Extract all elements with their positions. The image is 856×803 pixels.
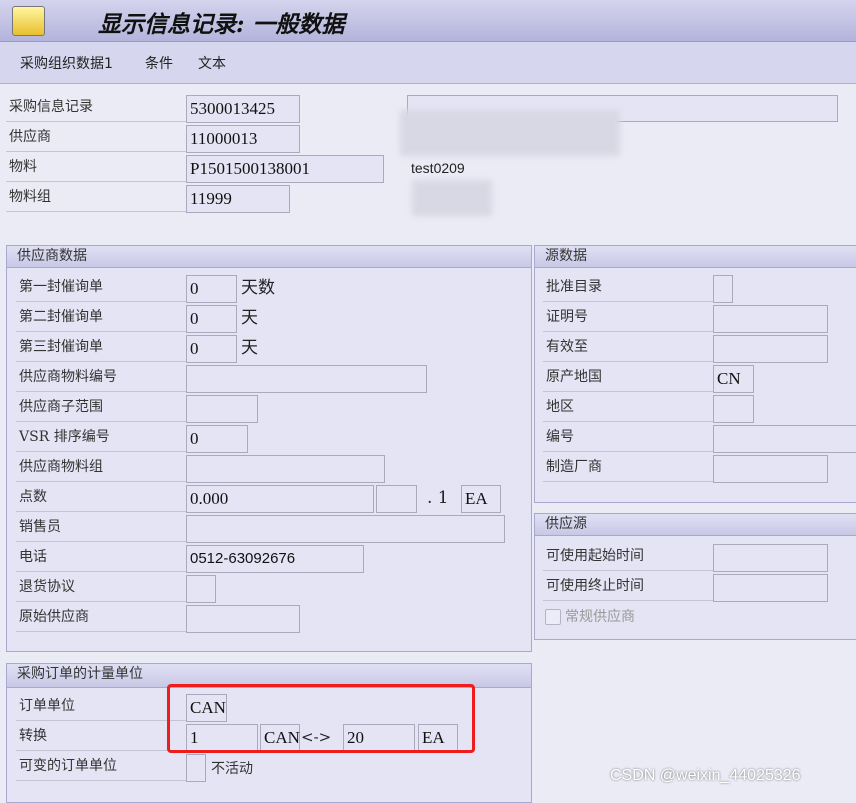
material-group-field[interactable]: 11999 xyxy=(186,185,290,213)
vendor-material-group-label: 供应商物料组 xyxy=(16,454,186,482)
material-label: 物料 xyxy=(6,154,186,182)
reminder2-unit: 天 xyxy=(241,308,258,328)
reminder2-label: 第二封催询单 xyxy=(16,304,186,332)
manufacturer-label: 制造厂商 xyxy=(543,454,713,482)
telephone-field[interactable]: 0512-63092676 xyxy=(186,545,364,573)
points-per-field[interactable] xyxy=(376,485,417,513)
region-label: 地区 xyxy=(543,394,713,422)
catalog-label: 批准目录 xyxy=(543,274,713,302)
vendor-material-group-field[interactable] xyxy=(186,455,385,483)
points-field[interactable]: 0.000 xyxy=(186,485,374,513)
available-to-field[interactable] xyxy=(713,574,828,602)
tab-strip xyxy=(0,42,856,84)
group-title: 源数据 xyxy=(535,246,856,268)
certificate-no-label: 证明号 xyxy=(543,304,713,332)
certificate-no-field[interactable] xyxy=(713,305,828,333)
catalog-field[interactable] xyxy=(713,275,733,303)
info-record-label: 采购信息记录 xyxy=(6,94,186,122)
conversion-label: 转换 xyxy=(16,723,186,751)
reminder2-field[interactable]: 0 xyxy=(186,305,237,333)
points-label: 点数 xyxy=(16,484,186,512)
reminder3-label: 第三封催询单 xyxy=(16,334,186,362)
info-record-field[interactable]: 5300013425 xyxy=(186,95,300,123)
watermark: CSDN @weixin_44025326 xyxy=(610,767,801,784)
group-title: 供应源 xyxy=(535,514,856,536)
redacted-area xyxy=(400,110,620,156)
prior-vendor-field[interactable] xyxy=(186,605,300,633)
region-field[interactable] xyxy=(713,395,754,423)
valid-to-field[interactable] xyxy=(713,335,828,363)
reminder1-field[interactable]: 0 xyxy=(186,275,237,303)
points-dot-one: . 1 xyxy=(427,488,449,508)
variable-unit-label: 可变的订单单位 xyxy=(16,753,186,781)
material-group-label: 物料组 xyxy=(6,184,186,212)
available-from-field[interactable] xyxy=(713,544,828,572)
salesperson-label: 销售员 xyxy=(16,514,186,542)
order-unit-label: 订单单位 xyxy=(16,693,186,721)
variable-unit-field[interactable] xyxy=(186,754,206,782)
vendor-material-no-field[interactable] xyxy=(186,365,427,393)
points-unit-field[interactable]: EA xyxy=(461,485,501,513)
number-field[interactable] xyxy=(713,425,856,453)
material-field[interactable]: P1501500138001 xyxy=(186,155,384,183)
regular-vendor-label: 常规供应商 xyxy=(565,609,635,625)
reminder3-unit: 天 xyxy=(241,338,258,358)
vsr-sort-field[interactable]: 0 xyxy=(186,425,248,453)
valid-to-label: 有效至 xyxy=(543,334,713,362)
country-of-origin-label: 原产地国 xyxy=(543,364,713,392)
available-to-label: 可使用终止时间 xyxy=(543,573,713,601)
return-agreement-field[interactable] xyxy=(186,575,216,603)
redacted-area xyxy=(412,180,492,216)
highlight-box xyxy=(167,684,475,753)
vendor-label: 供应商 xyxy=(6,124,186,152)
material-description: test0209 xyxy=(411,160,465,176)
tab-texts[interactable]: 文本 xyxy=(198,53,226,73)
vendor-subrange-label: 供应商子范围 xyxy=(16,394,186,422)
reminder1-unit: 天数 xyxy=(241,278,275,298)
reminder1-label: 第一封催询单 xyxy=(16,274,186,302)
number-label: 编号 xyxy=(543,424,713,452)
regular-vendor-checkbox[interactable] xyxy=(545,609,561,625)
telephone-label: 电话 xyxy=(16,544,186,572)
manufacturer-field[interactable] xyxy=(713,455,828,483)
vsr-sort-label: VSR 排序编号 xyxy=(16,424,186,452)
window-title: 显示信息记录: 一般数据 xyxy=(98,11,345,38)
prior-vendor-label: 原始供应商 xyxy=(16,604,186,632)
reminder3-field[interactable]: 0 xyxy=(186,335,237,363)
variable-unit-status: 不活动 xyxy=(211,761,253,777)
tab-purch-org-data[interactable]: 采购组织数据1 xyxy=(20,53,113,73)
tab-conditions[interactable]: 条件 xyxy=(145,53,173,73)
return-agreement-label: 退货协议 xyxy=(16,574,186,602)
vendor-field[interactable]: 11000013 xyxy=(186,125,300,153)
group-title: 供应商数据 xyxy=(7,246,531,268)
salesperson-field[interactable] xyxy=(186,515,505,543)
app-menu-icon[interactable] xyxy=(12,6,45,36)
vendor-subrange-field[interactable] xyxy=(186,395,258,423)
country-of-origin-field[interactable]: CN xyxy=(713,365,754,393)
available-from-label: 可使用起始时间 xyxy=(543,543,713,571)
vendor-material-no-label: 供应商物料编号 xyxy=(16,364,186,392)
